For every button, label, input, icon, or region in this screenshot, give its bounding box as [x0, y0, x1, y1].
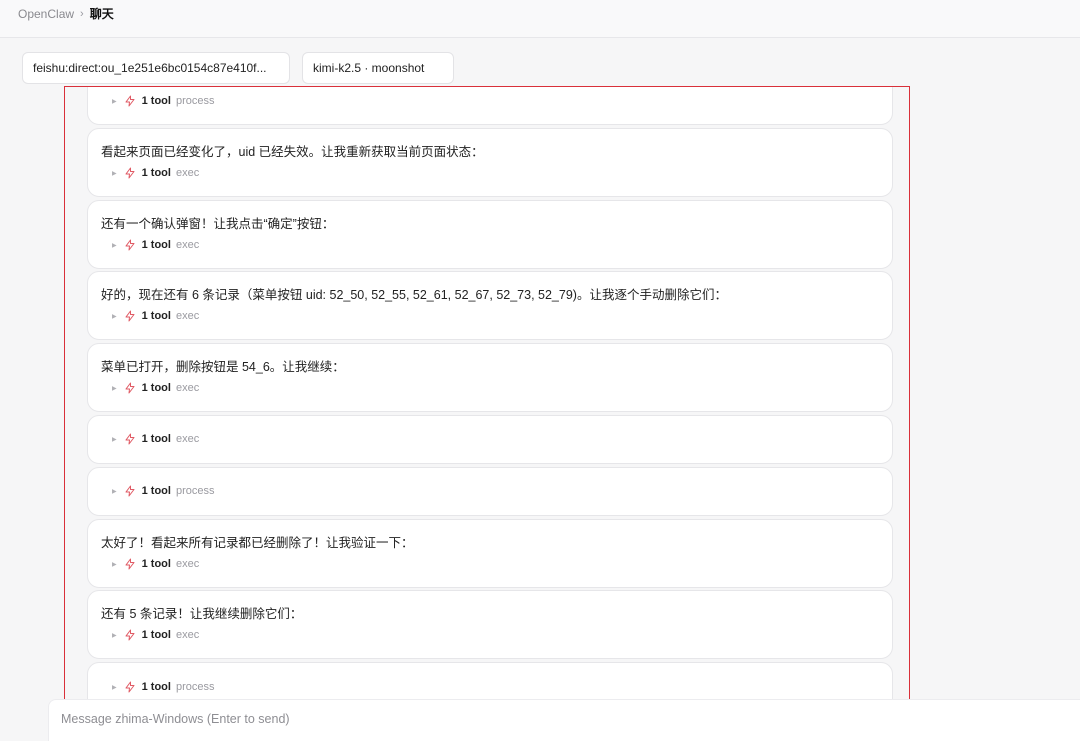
top-bar: OpenClaw › 聊天: [0, 0, 1080, 38]
lightning-bolt-icon: [125, 239, 135, 251]
chat-message: 好的，现在还有 6 条记录（菜单按钮 uid: 52_50, 52_55, 52…: [87, 271, 893, 340]
lightning-bolt-icon: [125, 681, 135, 693]
tool-count: 1 tool: [141, 239, 171, 251]
chat-message: 太好了！看起来所有记录都已经删除了！让我验证一下： ▶ 1 tool exec: [87, 519, 893, 588]
tool-name: exec: [175, 558, 200, 570]
tool-name: process: [175, 485, 215, 497]
message-text: 菜单已打开，删除按钮是 54_6。让我继续：: [101, 360, 345, 374]
tool-name: process: [175, 95, 215, 107]
message-composer: [48, 699, 1080, 741]
tool-call-toggle[interactable]: ▶ 1 tool exec: [112, 310, 199, 322]
tool-name: exec: [175, 629, 200, 641]
message-text: 还有一个确认弹窗！让我点击“确定”按钮：: [101, 217, 335, 231]
chat-message: 菜单已打开，删除按钮是 54_6。让我继续： ▶ 1 tool exec: [87, 343, 893, 412]
breadcrumb-separator: ›: [80, 7, 84, 20]
tool-call-toggle[interactable]: ▶ 1 tool process: [112, 485, 215, 497]
lightning-bolt-icon: [125, 558, 135, 570]
message-text: 太好了！看起来所有记录都已经删除了！让我验证一下：: [101, 536, 414, 550]
lightning-bolt-icon: [125, 167, 135, 179]
chat-message: ▶ 1 tool process: [87, 467, 893, 516]
tool-name: exec: [175, 167, 200, 179]
caret-right-icon: ▶: [112, 488, 117, 495]
caret-right-icon: ▶: [112, 436, 117, 443]
chat-message: ▶ 1 tool exec: [87, 415, 893, 464]
lightning-bolt-icon: [125, 629, 135, 641]
tool-call-toggle[interactable]: ▶ 1 tool exec: [112, 558, 199, 570]
message-text: 看起来页面已经变化了，uid 已经失效。让我重新获取当前页面状态：: [101, 145, 484, 159]
session-selector[interactable]: feishu:direct:ou_1e251e6bc0154c87e410f..…: [22, 52, 290, 84]
tool-count: 1 tool: [141, 310, 171, 322]
tool-call-toggle[interactable]: ▶ 1 tool process: [112, 681, 215, 693]
caret-right-icon: ▶: [112, 170, 117, 177]
tool-name: exec: [175, 382, 200, 394]
caret-right-icon: ▶: [112, 313, 117, 320]
caret-right-icon: ▶: [112, 242, 117, 249]
message-text: 好的，现在还有 6 条记录（菜单按钮 uid: 52_50, 52_55, 52…: [101, 288, 727, 302]
tool-call-toggle[interactable]: ▶ 1 tool exec: [112, 382, 199, 394]
tool-name: process: [175, 681, 215, 693]
tool-count: 1 tool: [141, 167, 171, 179]
caret-right-icon: ▶: [112, 632, 117, 639]
tool-count: 1 tool: [141, 681, 171, 693]
caret-right-icon: ▶: [112, 98, 117, 105]
tool-call-toggle[interactable]: ▶ 1 tool process: [112, 95, 215, 107]
model-selector[interactable]: kimi-k2.5 · moonshot: [302, 52, 454, 84]
tool-call-toggle[interactable]: ▶ 1 tool exec: [112, 433, 199, 445]
chat-message: ▶ 1 tool process: [87, 87, 893, 125]
caret-right-icon: ▶: [112, 385, 117, 392]
tool-call-toggle[interactable]: ▶ 1 tool exec: [112, 167, 199, 179]
message-input[interactable]: [61, 712, 961, 726]
tool-name: exec: [175, 310, 200, 322]
tool-count: 1 tool: [141, 433, 171, 445]
lightning-bolt-icon: [125, 95, 135, 107]
tool-count: 1 tool: [141, 629, 171, 641]
breadcrumb-app-link[interactable]: OpenClaw: [18, 7, 74, 21]
message-text: 还有 5 条记录！让我继续删除它们：: [101, 607, 303, 621]
tool-count: 1 tool: [141, 382, 171, 394]
lightning-bolt-icon: [125, 382, 135, 394]
breadcrumb-current: 聊天: [89, 7, 114, 21]
chat-message: 还有一个确认弹窗！让我点击“确定”按钮： ▶ 1 tool exec: [87, 200, 893, 269]
tool-name: exec: [175, 433, 200, 445]
chat-message: 还有 5 条记录！让我继续删除它们： ▶ 1 tool exec: [87, 590, 893, 659]
lightning-bolt-icon: [125, 310, 135, 322]
tool-count: 1 tool: [141, 558, 171, 570]
lightning-bolt-icon: [125, 433, 135, 445]
tool-call-toggle[interactable]: ▶ 1 tool exec: [112, 239, 199, 251]
chat-thread[interactable]: ▶ 1 tool process 看起来页面已经变化了，uid 已经失效。让我重…: [64, 86, 910, 710]
chat-message: 看起来页面已经变化了，uid 已经失效。让我重新获取当前页面状态： ▶ 1 to…: [87, 128, 893, 197]
breadcrumb: OpenClaw › 聊天: [18, 5, 114, 22]
tool-count: 1 tool: [141, 95, 171, 107]
lightning-bolt-icon: [125, 485, 135, 497]
caret-right-icon: ▶: [112, 684, 117, 691]
tool-count: 1 tool: [141, 485, 171, 497]
tool-call-toggle[interactable]: ▶ 1 tool exec: [112, 629, 199, 641]
caret-right-icon: ▶: [112, 561, 117, 568]
tool-name: exec: [175, 239, 200, 251]
